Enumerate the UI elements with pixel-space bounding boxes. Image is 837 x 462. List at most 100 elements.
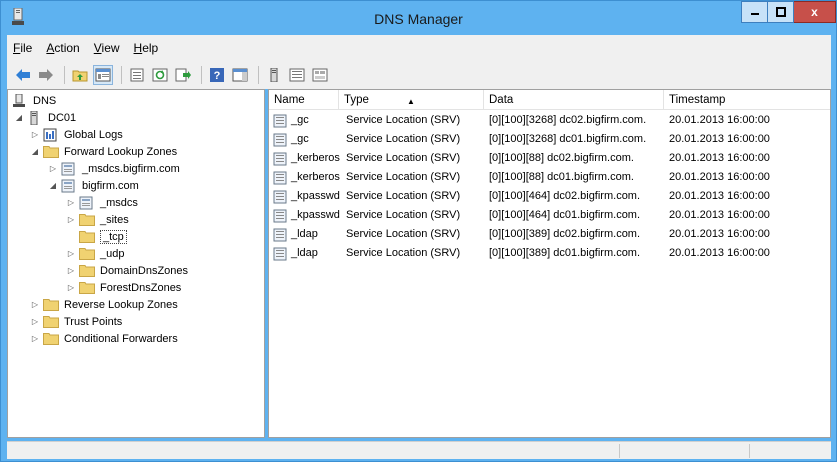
record-row[interactable]: _ldap Service Location (SRV) [0][100][389]… <box>269 225 830 244</box>
expand-arrow-icon[interactable]: ◢ <box>30 147 40 156</box>
collapse-arrow-icon[interactable]: ▷ <box>66 249 76 258</box>
record-name-text: _kerberos <box>291 171 340 183</box>
record-row[interactable]: _gc Service Location (SRV) [0][100][3268] … <box>269 111 830 130</box>
tree-label-udp: _udp <box>100 247 125 260</box>
up-folder-icon <box>72 70 88 82</box>
window-title: DNS Manager <box>374 11 463 27</box>
collapse-arrow-icon[interactable]: ▷ <box>30 130 40 139</box>
tree-node-dc01[interactable]: ◢ DC01 <box>14 109 76 126</box>
minimize-button[interactable] <box>741 1 768 23</box>
record-icon <box>273 228 287 241</box>
record-name: _gc <box>273 130 309 149</box>
show-hide-action-pane-button[interactable] <box>230 65 250 85</box>
collapse-arrow-icon[interactable]: ▷ <box>30 300 40 309</box>
column-header-name[interactable]: Name <box>269 90 339 110</box>
close-button[interactable]: x <box>794 1 836 23</box>
collapse-arrow-icon[interactable]: ▷ <box>66 266 76 275</box>
help-button[interactable]: ? <box>207 65 227 85</box>
tree-node-trust-points[interactable]: ▷ Trust Points <box>30 313 122 330</box>
tree-node-tcp[interactable]: _tcp <box>79 228 127 245</box>
export-list-button[interactable] <box>173 65 193 85</box>
up-one-level-button[interactable] <box>70 65 90 85</box>
record-timestamp: 20.01.2013 16:00:00 <box>669 209 770 221</box>
tree-node-domain-dns-zones[interactable]: ▷ DomainDnsZones <box>66 262 188 279</box>
tree-node-sites[interactable]: ▷ _sites <box>66 211 129 228</box>
zone-icon <box>61 179 77 193</box>
collapse-arrow-icon[interactable]: ▷ <box>66 283 76 292</box>
record-row[interactable]: _gc Service Location (SRV) [0][100][3268] … <box>269 130 830 149</box>
dns-icon <box>12 93 28 108</box>
server-button[interactable] <box>264 65 284 85</box>
folder-icon <box>79 247 95 261</box>
tree-label-msdcs: _msdcs <box>100 196 138 209</box>
collapse-arrow-icon[interactable]: ▷ <box>30 317 40 326</box>
tree-node-msdcs[interactable]: ▷ _msdcs <box>66 194 138 211</box>
collapse-arrow-icon[interactable]: ▷ <box>30 334 40 343</box>
tree-node-reverse-lookup-zones[interactable]: ▷ Reverse Lookup Zones <box>30 296 178 313</box>
toolbar-separator <box>121 66 122 84</box>
tree-node-global-logs[interactable]: ▷ Global Logs <box>30 126 123 143</box>
record-icon <box>273 190 287 203</box>
menu-help[interactable]: Help <box>134 41 159 55</box>
tree-label-msdcs-zone: _msdcs.bigfirm.com <box>82 162 180 175</box>
record-name: _kpasswd <box>273 206 340 225</box>
record-data: [0][100][3268] dc01.bigfirm.com. <box>489 133 647 145</box>
records-list[interactable]: Name Type ▲ Data Timestamp _gc Service Lo… <box>268 89 831 438</box>
tree-node-dns[interactable]: DNS <box>12 92 56 109</box>
tree-label-forward-lookup-zones: Forward Lookup Zones <box>64 145 178 158</box>
record-timestamp: 20.01.2013 16:00:00 <box>669 190 770 202</box>
tree-node-forward-lookup-zones[interactable]: ◢ Forward Lookup Zones <box>30 143 177 160</box>
tree-label-sites: _sites <box>100 213 129 226</box>
forward-button[interactable] <box>36 65 56 85</box>
record-data: [0][100][88] dc01.bigfirm.com. <box>489 171 634 183</box>
forward-arrow-icon <box>39 69 53 81</box>
record-row[interactable]: _kerberos Service Location (SRV) [0][100][… <box>269 149 830 168</box>
refresh-button[interactable] <box>150 65 170 85</box>
tree-node-bigfirm-zone[interactable]: ◢ bigfirm.com <box>48 177 139 194</box>
back-button[interactable] <box>13 65 33 85</box>
expand-arrow-icon[interactable]: ◢ <box>48 181 58 190</box>
record-row[interactable]: _kpasswd Service Location (SRV) [0][100][4… <box>269 206 830 225</box>
collapse-arrow-icon[interactable]: ▷ <box>66 198 76 207</box>
status-separator <box>749 444 750 458</box>
menu-bar: File Action View Help <box>7 35 831 61</box>
maximize-button[interactable] <box>768 1 794 23</box>
list-view-button[interactable] <box>287 65 307 85</box>
folder-icon <box>79 230 95 244</box>
zone-icon <box>79 196 95 210</box>
collapse-arrow-icon[interactable]: ▷ <box>48 164 58 173</box>
record-type: Service Location (SRV) <box>346 133 461 145</box>
record-name: _ldap <box>273 244 318 263</box>
folder-icon <box>79 213 95 227</box>
column-header-timestamp[interactable]: Timestamp <box>664 90 830 110</box>
column-header-data[interactable]: Data <box>484 90 664 110</box>
folder-icon <box>79 264 95 278</box>
show-hide-tree-button[interactable] <box>93 65 113 85</box>
record-type: Service Location (SRV) <box>346 247 461 259</box>
record-row[interactable]: _ldap Service Location (SRV) [0][100][389]… <box>269 244 830 263</box>
menu-action[interactable]: Action <box>46 41 79 55</box>
title-bar[interactable]: DNS Manager x <box>1 1 836 35</box>
refresh-icon <box>152 68 168 82</box>
console-tree[interactable]: DNS ◢ DC01 ▷ Global Logs ◢ Forward Looku… <box>7 89 265 438</box>
properties-button[interactable] <box>127 65 147 85</box>
expand-arrow-icon[interactable]: ◢ <box>14 113 24 122</box>
record-name-text: _kpasswd <box>291 190 340 202</box>
record-icon <box>273 209 287 222</box>
record-row[interactable]: _kpasswd Service Location (SRV) [0][100][4… <box>269 187 830 206</box>
tree-node-msdcs-zone[interactable]: ▷ _msdcs.bigfirm.com <box>48 160 180 177</box>
tree-node-udp[interactable]: ▷ _udp <box>66 245 124 262</box>
tree-node-forest-dns-zones[interactable]: ▷ ForestDnsZones <box>66 279 181 296</box>
record-name: _kpasswd <box>273 187 340 206</box>
menu-file[interactable]: File <box>13 41 32 55</box>
detail-view-icon <box>312 68 328 82</box>
collapse-arrow-icon[interactable]: ▷ <box>66 215 76 224</box>
record-row[interactable]: _kerberos Service Location (SRV) [0][100][… <box>269 168 830 187</box>
tree-node-conditional-forwarders[interactable]: ▷ Conditional Forwarders <box>30 330 178 347</box>
menu-view[interactable]: View <box>94 41 120 55</box>
back-arrow-icon <box>16 69 30 81</box>
record-type: Service Location (SRV) <box>346 114 461 126</box>
detail-view-button[interactable] <box>310 65 330 85</box>
column-header-type[interactable]: Type ▲ <box>339 90 484 110</box>
record-name-text: _gc <box>291 133 309 145</box>
